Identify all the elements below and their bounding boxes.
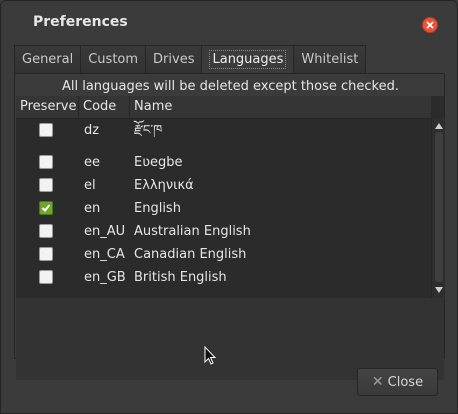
languages-panel: All languages will be deleted except tho… (14, 73, 445, 380)
languages-list[interactable]: Preserve Code Name dz རྫོང་ཁ ee Eʋegbe el Ελλ… (16, 96, 445, 380)
column-code[interactable]: Code (79, 96, 130, 118)
language-name: British English (134, 270, 227, 285)
close-button[interactable]: ✕ Close (357, 368, 438, 396)
language-code: dz (84, 123, 100, 138)
language-code: el (84, 178, 96, 193)
list-item[interactable]: en_CA Canadian English (16, 243, 431, 266)
list-item[interactable]: dz རྫོང་ཁ (16, 119, 431, 142)
list-item[interactable]: ee Eʋegbe (16, 151, 431, 174)
language-code: en_GB (84, 270, 126, 285)
column-name[interactable]: Name (130, 96, 431, 118)
window-close-button[interactable] (422, 17, 438, 33)
language-name: Australian English (134, 224, 251, 239)
preferences-window: Preferences General Custom Drives Langua… (0, 0, 458, 414)
language-name: རྫོང་ཁ (134, 123, 163, 138)
titlebar[interactable]: Preferences (1, 1, 457, 41)
scroll-up-icon[interactable] (434, 122, 444, 130)
scroll-down-icon[interactable] (434, 286, 444, 294)
preserve-checkbox[interactable] (39, 123, 53, 137)
languages-notice: All languages will be deleted except tho… (61, 79, 400, 94)
language-rows: dz རྫོང་ཁ ee Eʋegbe el Ελληνικά en English en_AU… (16, 119, 431, 297)
preserve-checkbox[interactable] (39, 224, 53, 238)
tab-languages[interactable]: Languages (201, 45, 295, 75)
list-item[interactable]: en English (16, 197, 431, 220)
list-item[interactable]: en_GB British English (16, 266, 431, 289)
close-icon: ✕ (371, 374, 384, 390)
preserve-checkbox[interactable] (39, 247, 53, 261)
tab-drives[interactable]: Drives (145, 45, 203, 73)
preserve-checkbox[interactable] (39, 201, 53, 215)
tab-whitelist[interactable]: Whitelist (293, 45, 367, 73)
column-preserve[interactable]: Preserve (16, 96, 79, 118)
language-code: ee (84, 155, 100, 170)
tab-bar: General Custom Drives Languages Whitelis… (14, 45, 367, 75)
column-headers: Preserve Code Name (16, 96, 431, 119)
language-name: English (134, 201, 181, 216)
language-name: Canadian English (134, 247, 247, 262)
tab-custom[interactable]: Custom (80, 45, 147, 73)
preserve-checkbox[interactable] (39, 178, 53, 192)
mouse-pointer-icon (204, 346, 216, 365)
language-code: en_CA (84, 247, 125, 262)
list-item[interactable]: el Ελληνικά (16, 174, 431, 197)
vertical-scrollbar[interactable] (431, 118, 445, 299)
list-item[interactable]: en_AU Australian English (16, 220, 431, 243)
language-code: en_AU (84, 224, 126, 239)
close-icon (426, 21, 434, 29)
language-name: Ελληνικά (134, 178, 194, 193)
language-code: en (84, 201, 101, 216)
preserve-checkbox[interactable] (39, 155, 53, 169)
scrollbar-thumb[interactable] (435, 132, 443, 282)
language-name: Eʋegbe (134, 155, 183, 170)
window-title: Preferences (33, 14, 128, 30)
close-button-label: Close (387, 374, 424, 390)
preserve-checkbox[interactable] (39, 270, 53, 284)
tab-general[interactable]: General (14, 45, 82, 73)
check-icon (41, 204, 51, 212)
